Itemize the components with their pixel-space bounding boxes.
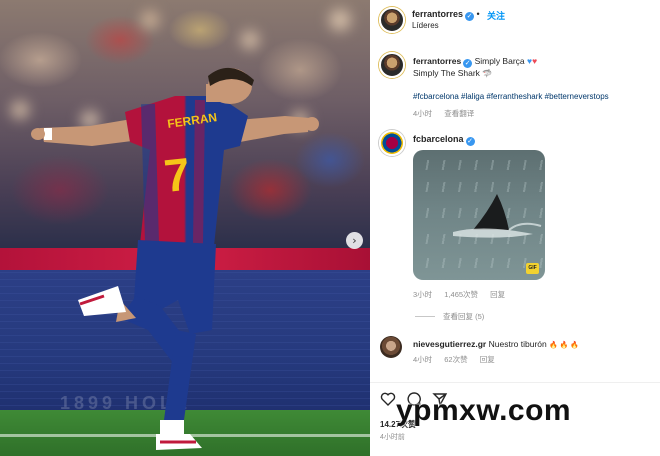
shark-emoji-icon: 🦈 [482, 69, 493, 78]
comment-time[interactable]: 4小时 [413, 355, 432, 364]
caption-line1: ferrantorres ✓ Simply Barça ♥♥ [413, 56, 538, 68]
comment-gif-shark[interactable]: GIF [413, 150, 545, 280]
red-heart-icon: ♥ [532, 56, 538, 66]
fire-emoji-icon: 🔥 🔥 🔥 [549, 342, 580, 349]
verified-badge-icon: ✓ [463, 59, 473, 68]
avatar[interactable] [380, 336, 402, 358]
chevron-right-icon[interactable]: › [346, 232, 363, 249]
player-figure: FERRAN 7 [31, 67, 319, 450]
comment-likes[interactable]: 1,465次赞 [444, 290, 478, 299]
jersey-number: 7 [162, 148, 193, 202]
reply-button[interactable]: 回复 [490, 290, 505, 299]
heart-icon[interactable] [380, 391, 396, 407]
comment-username[interactable]: nievesgutierrez.gr [413, 339, 486, 349]
gif-badge: GIF [526, 263, 539, 274]
post-photo[interactable]: 1899 HOLE FERRAN 7 › [0, 0, 370, 456]
caption-time[interactable]: 4小时 [413, 109, 432, 118]
comment-username[interactable]: fcbarcelona ✓ [413, 134, 475, 146]
caption-hashtags[interactable]: #fcbarcelona #laliga #ferrantheshark #be… [413, 92, 609, 101]
view-replies-button[interactable]: 查看回复 (5) [443, 311, 484, 322]
reply-button[interactable]: 回复 [480, 355, 495, 364]
avatar[interactable] [379, 52, 405, 78]
author-username[interactable]: ferrantorres ✓ • [412, 9, 480, 21]
avatar[interactable] [379, 130, 405, 156]
verified-badge-icon: ✓ [465, 137, 475, 146]
verified-badge-icon: ✓ [465, 12, 475, 21]
comment-meta: 3小时 1,465次赞 回复 [413, 289, 515, 300]
post-timestamp: 4小时前 [380, 434, 405, 441]
translate-link[interactable]: 查看翻译 [444, 109, 474, 118]
divider [370, 382, 660, 383]
watermark-text: ypmxw.com [396, 394, 572, 427]
shark-fin-icon [453, 194, 542, 238]
follow-button[interactable]: 关注 [487, 9, 505, 22]
comment-time[interactable]: 3小时 [413, 290, 432, 299]
caption-meta: 4小时 查看翻译 [413, 108, 484, 119]
avatar[interactable] [379, 7, 405, 33]
comment-likes[interactable]: 62次赞 [444, 355, 467, 364]
caption-line2: Simply The Shark 🦈 [413, 68, 493, 78]
comment-meta: 4小时 62次赞 回复 [413, 354, 505, 365]
caption-username[interactable]: ferrantorres [413, 56, 461, 66]
post-location[interactable]: Líderes [412, 21, 439, 30]
comment-body: nievesgutierrez.gr Nuestro tiburón 🔥 🔥 🔥 [413, 339, 580, 349]
